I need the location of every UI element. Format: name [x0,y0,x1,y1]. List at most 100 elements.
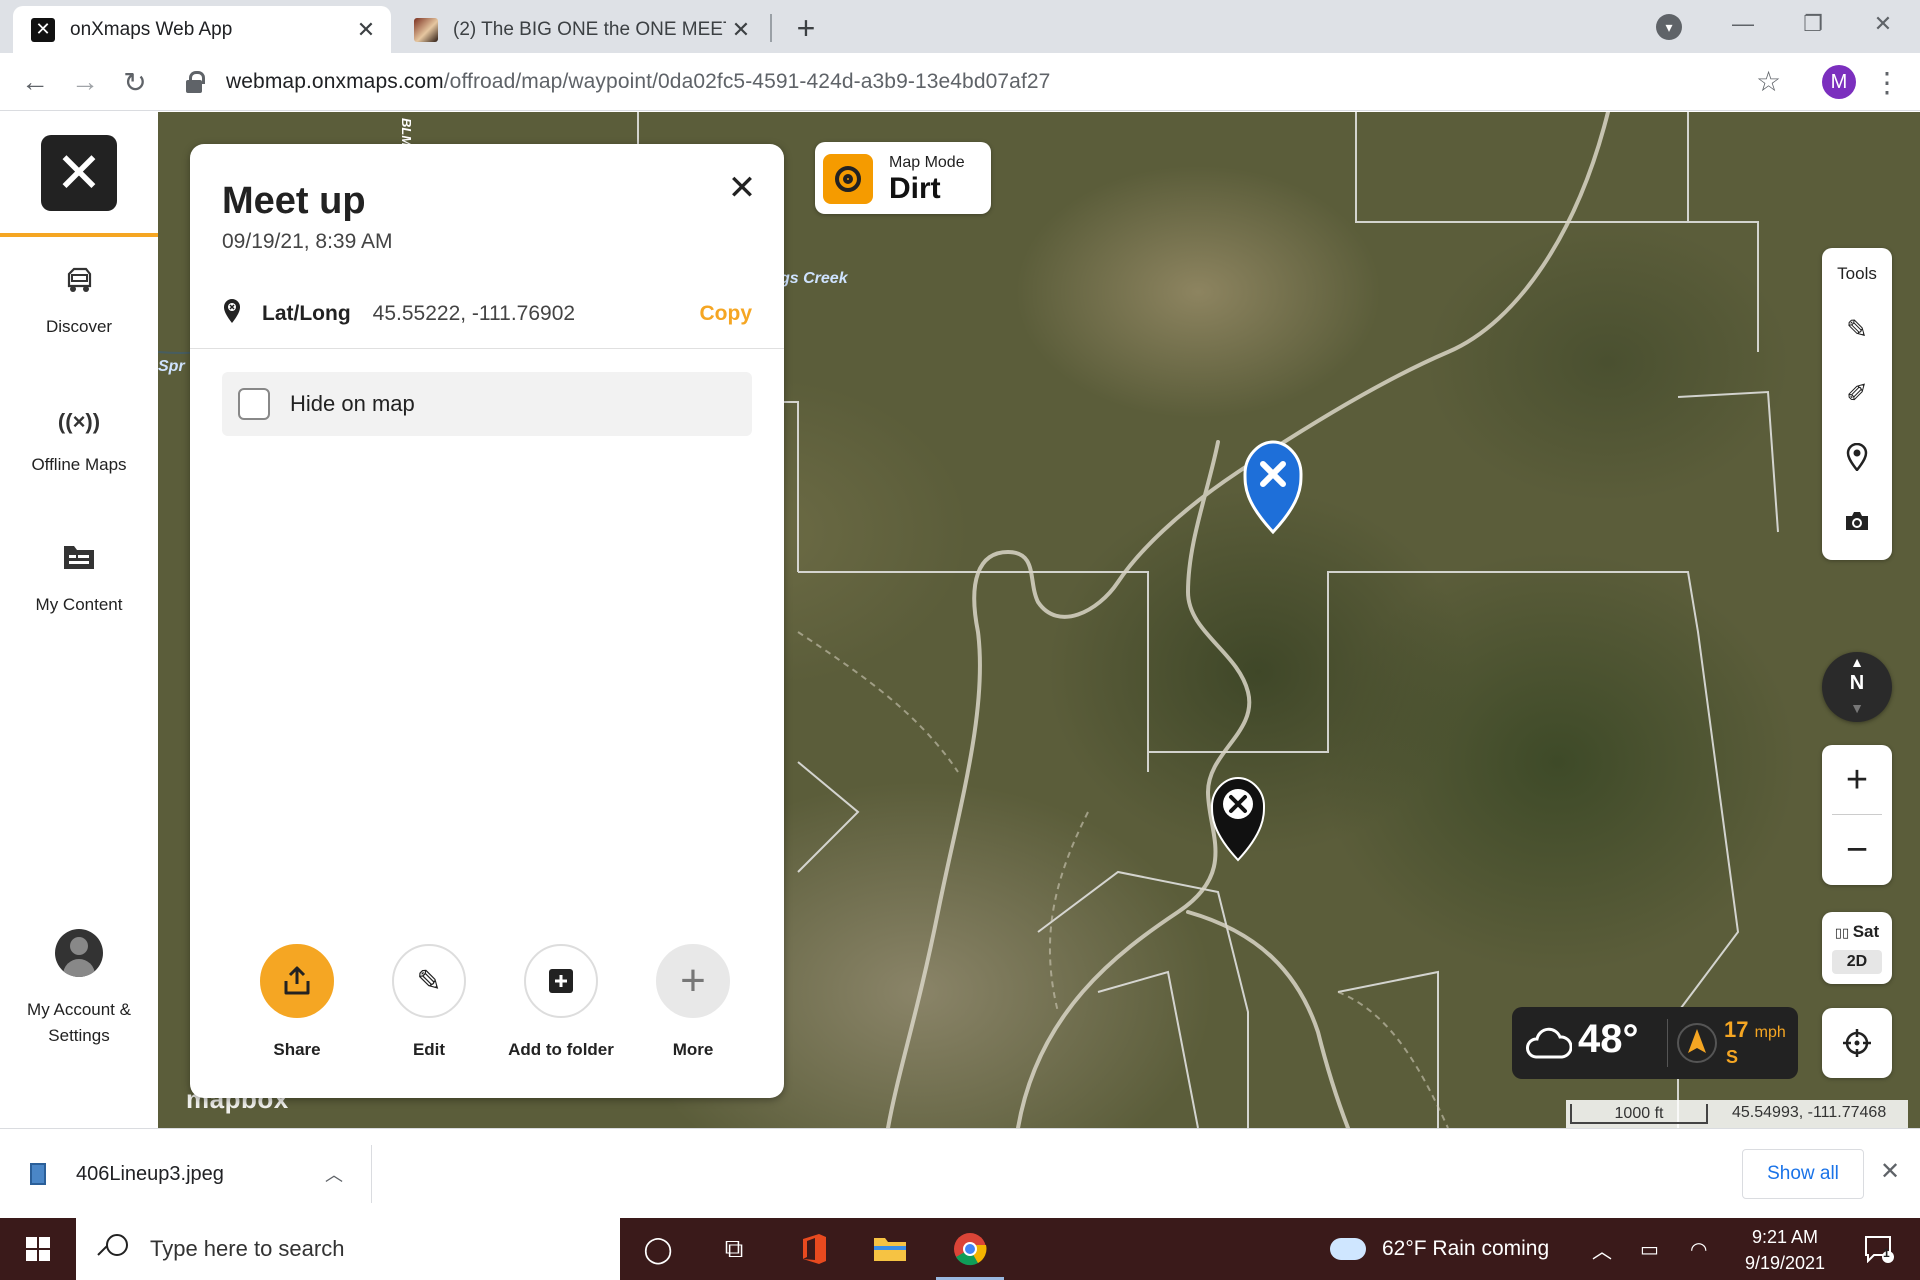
show-all-downloads-button[interactable]: Show all [1742,1149,1864,1199]
notification-icon[interactable]: 1 [1862,1232,1896,1266]
share-button[interactable]: Share [231,944,363,1060]
tab-onxmaps[interactable]: ✕ onXmaps Web App ✕ [13,6,391,53]
wifi-icon[interactable]: ◠ [1690,1218,1707,1280]
tab-title: (2) The BIG ONE the ONE MEETIN [453,18,726,40]
tray-overflow-icon[interactable]: ︿ [1592,1218,1612,1280]
sidebar-item-discover[interactable]: Discover [0,264,158,338]
browser-menu-icon[interactable]: ⋮ [1873,63,1901,101]
onx-logo[interactable]: ✕ [41,135,117,211]
notification-count: 1 [1883,1246,1890,1260]
lock-icon [186,71,206,93]
more-button[interactable]: + More [627,944,759,1060]
start-button[interactable] [0,1218,76,1280]
zoom-out-button[interactable]: − [1822,815,1892,885]
pen-icon[interactable]: ✎ [1822,304,1892,354]
image-file-icon [30,1163,46,1185]
account-label-line1: My Account & [27,1000,131,1019]
account-settings-link[interactable]: My Account & Settings [0,997,158,1049]
plus-icon: + [656,944,730,1018]
sidebar-item-my-content[interactable]: My Content [0,542,158,616]
panel-close-button[interactable]: ✕ [720,166,764,210]
download-item[interactable]: 406Lineup3.jpeg ︿ [30,1145,372,1203]
restore-button[interactable]: ❐ [1786,6,1840,42]
latlong-label: Lat/Long [262,302,351,325]
browser-tab-strip: ✕ onXmaps Web App ✕ (2) The BIG ONE the … [0,0,1920,53]
url-input[interactable]: webmap.onxmaps.com/offroad/map/waypoint/… [170,61,1810,103]
task-view-icon[interactable]: ⧉ [696,1218,772,1280]
waypoint-marker[interactable] [1210,776,1266,862]
close-download-shelf-icon[interactable]: ✕ [1880,1157,1900,1186]
blm-label: BLM [399,118,414,147]
tab-close-icon[interactable]: ✕ [726,15,756,45]
measure-icon[interactable]: ✐ [1822,368,1892,418]
sidebar-item-label: My Content [35,595,123,614]
address-bar: ← → ↻ webmap.onxmaps.com/offroad/map/way… [0,53,1920,111]
compass-button[interactable]: ▲ N ▼ [1822,652,1892,722]
reload-button[interactable]: ↻ [116,63,154,101]
new-tab-button[interactable]: + [788,10,824,46]
cortana-icon[interactable]: ◯ [620,1218,696,1280]
tab-close-icon[interactable]: ✕ [351,15,381,45]
profile-avatar[interactable]: M [1822,65,1856,99]
waypoint-marker-selected[interactable] [1243,440,1303,535]
copy-coordinates-button[interactable]: Copy [700,302,753,326]
file-explorer-icon[interactable] [852,1218,928,1280]
bookmark-star-icon[interactable]: ☆ [1756,65,1781,98]
hide-on-map-checkbox[interactable] [238,388,270,420]
video-thumbnail-icon [414,17,438,42]
taskbar-search-input[interactable]: Type here to search [76,1218,620,1280]
edit-label: Edit [412,1040,446,1059]
zoom-in-button[interactable]: + [1822,745,1892,815]
office-icon[interactable] [776,1218,852,1280]
offline-signal-icon: ((×)) [57,409,101,434]
minimize-button[interactable]: — [1716,6,1770,42]
map-mode-toggle[interactable]: Map Mode Dirt [815,142,991,214]
share-label: Share [273,1040,321,1059]
add-to-folder-label: Add to folder [508,1040,614,1059]
wind-direction-icon [1677,1023,1717,1063]
layer-name-text: Sat [1852,922,1880,941]
account-avatar[interactable] [55,929,103,977]
search-icon [96,1232,130,1266]
window-close-button[interactable]: ✕ [1856,6,1910,42]
taskbar-weather-text: 62°F Rain coming [1382,1237,1550,1260]
hide-on-map-label: Hide on map [290,391,415,416]
tab-title: onXmaps Web App [70,18,233,40]
edit-button[interactable]: ✎ Edit [363,944,495,1060]
hide-on-map-row[interactable]: Hide on map [222,372,752,436]
add-to-folder-button[interactable]: Add to folder [495,944,627,1060]
locate-me-button[interactable] [1822,1008,1892,1078]
taskbar-clock[interactable]: 9:21 AM 9/19/2021 [1730,1224,1840,1276]
tab-search-icon[interactable]: ▾ [1656,14,1682,40]
forward-button[interactable]: → [66,63,104,101]
scale-distance: 1000 ft [1570,1104,1708,1124]
download-filename: 406Lineup3.jpeg [76,1162,224,1185]
waypoint-actions: Share ✎ Edit Add to folder + More [190,944,784,1064]
map-mode-caption: Map Mode [889,154,965,171]
app-sidebar: ✕ Discover ((×)) Offline Maps My Content… [0,112,158,1158]
creek-label: gs Creek [780,270,848,287]
camera-icon[interactable] [1822,496,1892,546]
back-button[interactable]: ← [16,63,54,101]
layer-name: ▯▯ Sat [1822,922,1892,942]
waypoint-datetime: 09/19/21, 8:39 AM [222,230,393,253]
taskbar-weather[interactable]: 62°F Rain coming [1326,1218,1550,1280]
tab-video[interactable]: (2) The BIG ONE the ONE MEETIN ✕ [396,6,766,53]
tools-panel: Tools ✎ ✐ [1822,248,1892,560]
pin-icon[interactable] [1822,432,1892,482]
windows-taskbar: Type here to search ◯ ⧉ 62°F Rain coming… [0,1218,1920,1280]
battery-icon[interactable]: ▭ [1640,1218,1659,1280]
onx-x-icon: ✕ [31,17,55,42]
wind-speed-unit: mph [1754,1024,1786,1041]
map-scale: 1000 ft 45.54993, -111.77468 [1566,1100,1908,1128]
dirt-mode-icon [823,154,873,204]
weather-widget[interactable]: 48° 17 mph S [1512,1007,1798,1079]
layer-toggle-button[interactable]: ▯▯ Sat 2D [1822,912,1892,984]
share-icon [260,944,334,1018]
pencil-icon: ✎ [392,944,466,1018]
url-text: webmap.onxmaps.com/offroad/map/waypoint/… [226,70,1050,94]
add-folder-icon [524,944,598,1018]
sidebar-item-offline-maps[interactable]: ((×)) Offline Maps [0,402,158,476]
chrome-icon[interactable] [932,1218,1008,1280]
chevron-up-icon[interactable]: ︿ [325,1161,343,1187]
